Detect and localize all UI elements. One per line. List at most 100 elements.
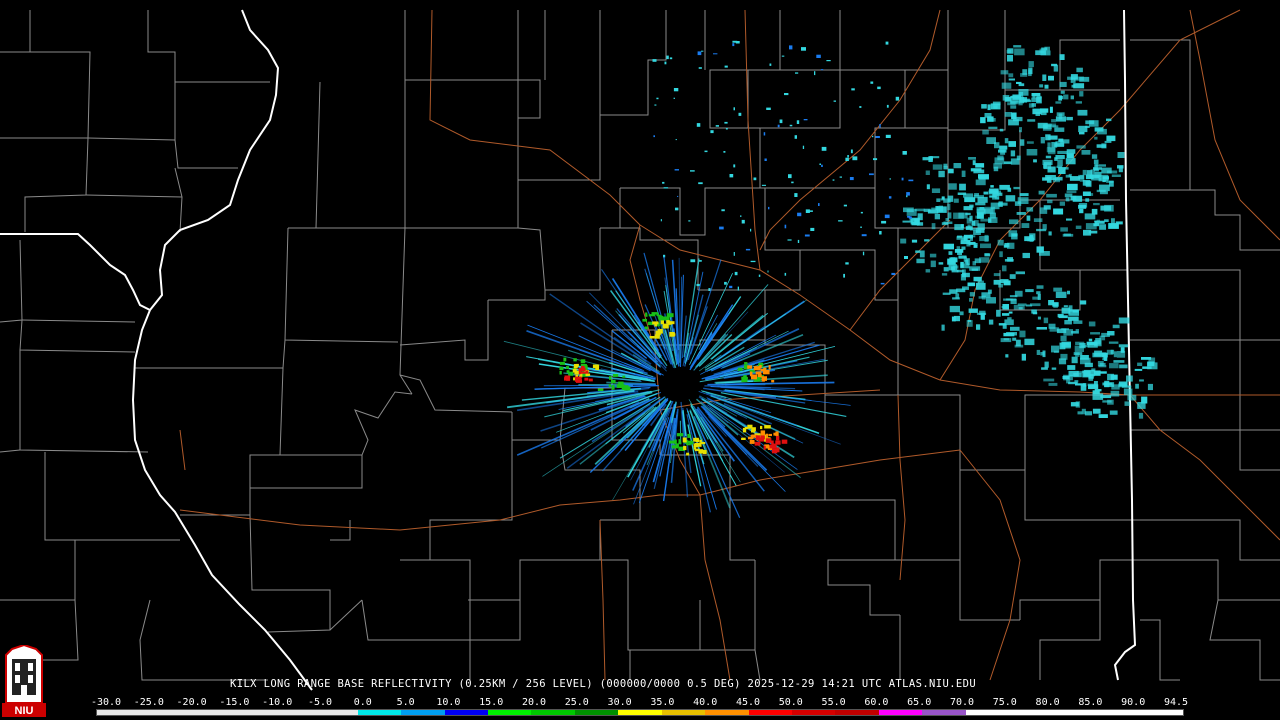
echo-mark: [1048, 231, 1052, 236]
echo-mark: [1047, 166, 1056, 173]
echo-mark: [677, 195, 679, 197]
echo-mark: [1097, 128, 1107, 135]
echo-mark: [975, 163, 985, 168]
echo-mark: [1008, 141, 1016, 147]
echo-mark: [1010, 158, 1020, 165]
echo-mark: [1091, 208, 1098, 215]
echo-mark: [1048, 382, 1058, 386]
echo-mark: [789, 124, 793, 127]
echo-mark: [979, 236, 989, 242]
colorbar-segment: [965, 710, 1010, 715]
echo-mark: [1109, 363, 1119, 369]
echo-mark: [1020, 139, 1025, 146]
echo-mark: [1054, 127, 1065, 132]
echo-mark: [697, 51, 702, 56]
echo-mark: [749, 440, 755, 444]
echo-mark: [1060, 227, 1068, 232]
echo-mark: [765, 433, 769, 438]
echo-mark: [940, 198, 945, 201]
echo-mark: [959, 311, 964, 316]
echo-mark: [1102, 400, 1112, 403]
echo-mark: [938, 205, 943, 212]
echo-mark: [1110, 390, 1120, 397]
echo-mark: [969, 298, 973, 302]
echo-mark: [584, 377, 589, 381]
echo-mark: [725, 128, 728, 130]
colorbar-label: -5.0: [307, 697, 333, 708]
echo-mark: [1088, 338, 1093, 342]
echo-mark: [733, 107, 735, 111]
echo-mark: [755, 371, 762, 375]
echo-mark: [884, 214, 890, 219]
echo-mark: [781, 55, 785, 57]
echo-mark: [981, 104, 987, 109]
echo-mark: [932, 164, 943, 170]
echo-mark: [738, 112, 742, 116]
echo-mark: [741, 219, 745, 224]
echo-mark: [971, 268, 978, 271]
echo-mark: [1124, 401, 1130, 406]
echo-mark: [998, 201, 1003, 207]
echo-mark: [719, 226, 724, 230]
echo-mark: [1108, 341, 1119, 344]
echo-mark: [1058, 95, 1063, 101]
echo-mark: [662, 323, 669, 329]
echo-mark: [1018, 103, 1023, 106]
echo-mark: [929, 253, 937, 258]
echo-mark: [574, 376, 582, 380]
echo-mark: [1024, 338, 1035, 346]
echo-mark: [978, 174, 989, 179]
echo-mark: [1037, 316, 1041, 320]
echo-mark: [747, 365, 752, 369]
echo-mark: [1060, 335, 1067, 342]
echo-mark: [1086, 170, 1092, 175]
echo-mark: [1102, 358, 1107, 361]
echo-mark: [984, 206, 996, 214]
echo-mark: [1057, 150, 1068, 154]
echo-mark: [611, 385, 615, 390]
echo-mark: [1072, 195, 1083, 202]
echo-mark: [1045, 155, 1052, 159]
echo-mark: [1118, 165, 1123, 173]
colorbar-label: 35.0: [650, 697, 675, 708]
echo-mark: [1094, 168, 1099, 172]
echo-mark: [1003, 161, 1012, 165]
echo-mark: [1147, 383, 1153, 391]
echo-mark: [611, 379, 616, 384]
echo-mark: [751, 434, 757, 437]
echo-mark: [653, 135, 655, 138]
echo-mark: [765, 438, 772, 443]
echo-mark: [1066, 153, 1074, 158]
echo-mark: [925, 269, 931, 273]
echo-mark: [794, 193, 798, 197]
echo-mark: [566, 375, 571, 381]
echo-mark: [1017, 303, 1027, 306]
echo-mark: [733, 252, 735, 256]
echo-mark: [1055, 141, 1065, 146]
echo-mark: [948, 183, 957, 190]
echo-mark: [1063, 94, 1069, 100]
echo-mark: [686, 452, 690, 456]
echo-mark: [771, 440, 774, 445]
echo-mark: [947, 212, 952, 219]
echo-mark: [666, 55, 669, 60]
echo-mark: [1074, 380, 1079, 383]
echo-mark: [1113, 360, 1125, 363]
reflectivity-colorbar: [96, 709, 1184, 716]
echo-mark: [980, 243, 991, 249]
echo-mark: [1067, 365, 1076, 370]
echo-mark: [1059, 201, 1065, 206]
colorbar-label: -25.0: [133, 697, 164, 708]
echo-mark: [1043, 123, 1052, 130]
echo-mark: [852, 156, 858, 161]
colorbar-label: 45.0: [735, 697, 761, 708]
echo-mark: [1037, 293, 1041, 300]
echo-mark: [996, 309, 1001, 317]
echo-mark: [1040, 137, 1045, 144]
echo-mark: [881, 220, 887, 224]
echo-mark: [978, 296, 983, 299]
echo-mark: [1063, 342, 1071, 349]
echo-mark: [993, 163, 1002, 169]
echo-mark: [943, 165, 948, 170]
echo-mark: [973, 195, 984, 199]
